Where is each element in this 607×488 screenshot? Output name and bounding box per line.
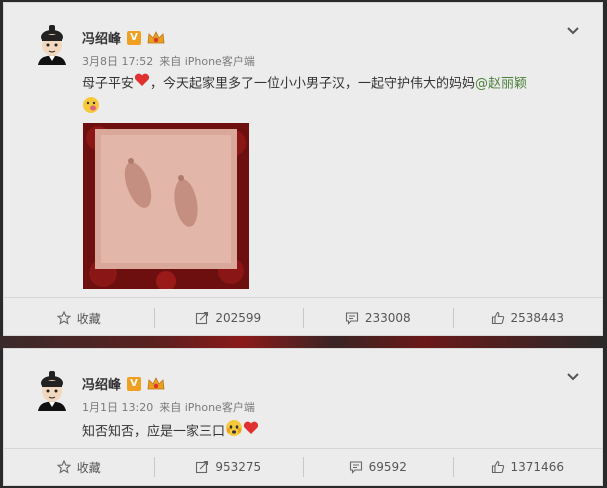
like-count: 2538443 <box>510 311 564 325</box>
star-icon <box>56 460 71 474</box>
post-meta: 3月8日 17:52 来自 iPhone客户端 <box>82 53 255 69</box>
post-text-middle: ，今天起家里多了一位小小男子汉，一起守护伟大的妈妈 <box>150 76 476 92</box>
comment-button[interactable]: 233008 <box>303 300 453 336</box>
crown-icon <box>147 376 165 391</box>
favorite-label: 收藏 <box>76 311 101 326</box>
mention-link[interactable]: @赵丽颖 <box>475 77 527 92</box>
verified-icon: V <box>127 376 142 391</box>
post-card: 冯绍峰 V 1月1日 13:20 来自 iPhone客户端 知否知否，应是一家三… <box>3 348 603 486</box>
comment-count: 233008 <box>364 311 411 325</box>
repost-count: 202599 <box>215 311 262 325</box>
post-text-start: 知否知否，应是一家三口 <box>82 424 226 440</box>
post-time[interactable]: 3月8日 17:52 <box>82 53 153 69</box>
action-bar: 收藏 953275 69592 1371466 <box>4 449 602 485</box>
like-button[interactable]: 2538443 <box>452 300 603 336</box>
comment-icon <box>345 311 359 325</box>
repost-button[interactable]: 202599 <box>153 300 304 336</box>
comment-count: 69592 <box>368 460 407 474</box>
repost-icon <box>195 460 209 474</box>
post-image[interactable] <box>83 123 249 289</box>
avatar[interactable] <box>32 371 72 411</box>
username[interactable]: 冯绍峰 V <box>82 28 165 47</box>
divider <box>4 297 602 298</box>
crown-icon <box>147 30 165 45</box>
star-icon <box>56 311 71 325</box>
favorite-button[interactable]: 收藏 <box>4 449 154 485</box>
thumbs-up-icon <box>491 311 505 325</box>
post-source: 来自 iPhone客户端 <box>159 55 255 68</box>
post-source: 来自 iPhone客户端 <box>159 401 255 414</box>
username-text[interactable]: 冯绍峰 <box>82 28 121 47</box>
favorite-button[interactable]: 收藏 <box>4 300 154 336</box>
repost-button[interactable]: 953275 <box>153 449 304 485</box>
emoji-icon <box>82 96 100 122</box>
thumbs-up-icon <box>491 460 505 474</box>
post-text: 母子平安 ，今天起家里多了一位小小男子汉，一起守护伟大的妈妈@赵丽颖 <box>82 73 582 122</box>
post-text: 知否知否，应是一家三口 <box>82 419 582 445</box>
post-text-start: 母子平安 <box>82 76 135 92</box>
post-meta: 1月1日 13:20 来自 iPhone客户端 <box>82 399 255 415</box>
repost-icon <box>195 311 209 325</box>
repost-count: 953275 <box>215 460 262 474</box>
action-bar: 收藏 202599 233008 2538443 <box>4 300 602 336</box>
username[interactable]: 冯绍峰 V <box>82 374 165 393</box>
comment-button[interactable]: 69592 <box>303 449 453 485</box>
chevron-down-icon[interactable] <box>566 21 580 35</box>
heart-icon <box>134 73 150 95</box>
username-text[interactable]: 冯绍峰 <box>82 374 121 393</box>
post-card: 冯绍峰 V 3月8日 17:52 来自 iPhone客户端 母子平安 ，今天起家里… <box>3 2 603 336</box>
avatar[interactable] <box>32 25 72 65</box>
like-button[interactable]: 1371466 <box>452 449 603 485</box>
favorite-label: 收藏 <box>76 460 101 475</box>
comment-icon <box>349 460 363 474</box>
chevron-down-icon[interactable] <box>566 367 580 381</box>
emoji-icon <box>225 419 243 445</box>
verified-icon: V <box>127 30 142 45</box>
like-count: 1371466 <box>510 460 564 474</box>
heart-icon <box>243 421 259 443</box>
post-time[interactable]: 1月1日 13:20 <box>82 399 153 415</box>
